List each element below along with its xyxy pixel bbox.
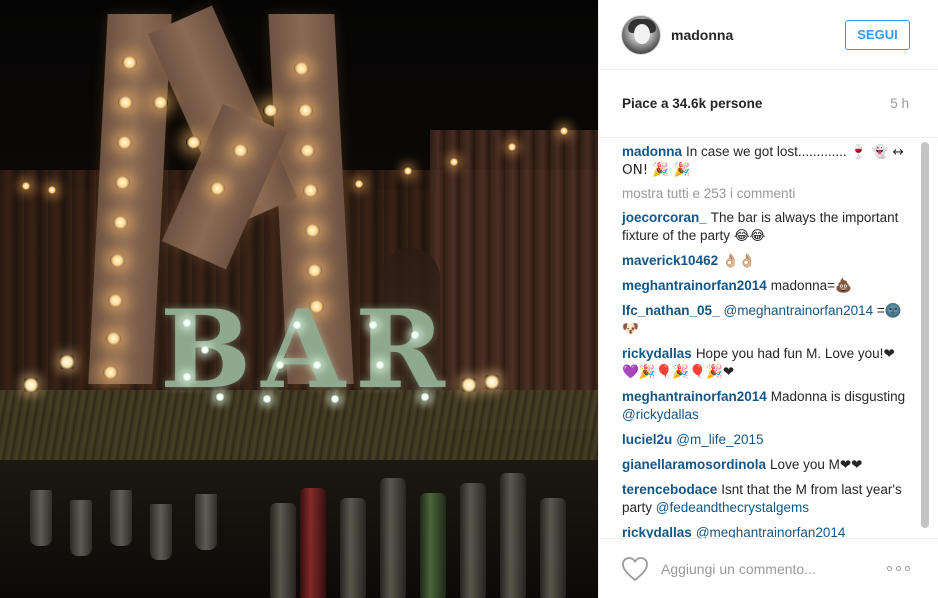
comment-text-tail: =: [873, 303, 885, 318]
bar-letter-b: B: [160, 287, 252, 413]
string-light: [560, 127, 568, 135]
post-timestamp[interactable]: 5 h: [890, 96, 909, 111]
comments-scrollbar[interactable]: [921, 142, 929, 528]
comment-item: maverick10462 👌🏼👌🏼: [622, 252, 910, 270]
comment-emojis: 😂😂: [733, 228, 766, 244]
comment-text: madonna=: [770, 278, 835, 293]
comment-item: rickydallas Hope you had fun M. Love you!…: [622, 345, 910, 381]
instagram-post: B A R madonna SEGUI Piace a 34.6k person…: [0, 0, 938, 598]
comment-bar: [599, 538, 938, 598]
bar-sign: B A R: [160, 287, 460, 413]
comment-mention-link[interactable]: @rickydallas: [622, 407, 699, 422]
comment-username[interactable]: luciel2u: [622, 432, 672, 447]
author-username[interactable]: madonna: [671, 27, 845, 43]
heart-icon[interactable]: [621, 556, 649, 582]
comment-username[interactable]: gianellaramosordinola: [622, 457, 766, 472]
add-comment-input[interactable]: [661, 560, 887, 577]
comment-username[interactable]: meghantrainorfan2014: [622, 389, 767, 404]
more-options-icon[interactable]: [887, 560, 910, 577]
comment-text: Hope you had fun M. Love you!: [695, 346, 884, 361]
string-light: [48, 186, 56, 194]
caption: madonna In case we got lost............. …: [622, 143, 910, 179]
comment-mention-link[interactable]: @meghantrainorfan2014: [696, 525, 846, 538]
candle-light: [24, 378, 38, 392]
comment-mention-link[interactable]: @m_life_2015: [676, 432, 763, 447]
comment-username[interactable]: maverick10462: [622, 253, 718, 268]
avatar[interactable]: [621, 14, 661, 55]
comment-item: meghantrainorfan2014 Madonna is disgustin…: [622, 388, 910, 424]
comment-item: gianellaramosordinola Love you M❤❤: [622, 456, 910, 474]
comment-emojis: ❤❤: [839, 457, 863, 473]
comment-item: rickydallas @meghantrainorfan2014: [622, 524, 910, 538]
string-light: [22, 182, 30, 190]
string-light: [404, 167, 412, 175]
post-sidebar: madonna SEGUI Piace a 34.6k persone 5 h …: [598, 0, 938, 598]
scrollbar-thumb[interactable]: [921, 142, 929, 528]
comment-username[interactable]: joecorcoran_: [622, 210, 707, 225]
comment-item: luciel2u @m_life_2015: [622, 431, 910, 449]
comment-text: Love you M: [770, 457, 840, 472]
comment-emojis: 💩: [834, 278, 852, 294]
string-light: [508, 143, 516, 151]
candle-light: [485, 375, 499, 389]
follow-button[interactable]: SEGUI: [845, 19, 910, 50]
comment-text: Madonna is disgusting: [770, 389, 906, 404]
comment-mention-link[interactable]: @fedeandthecrystalgems: [656, 500, 809, 515]
comment-item: joecorcoran_ The bar is always the import…: [622, 209, 910, 245]
comment-emojis: 👌🏼👌🏼: [722, 253, 756, 269]
bar-counter: [0, 460, 598, 598]
comment-item: meghantrainorfan2014 madonna=💩: [622, 277, 910, 295]
string-light: [450, 158, 458, 166]
comment-username[interactable]: rickydallas: [622, 346, 692, 361]
caption-username[interactable]: madonna: [622, 144, 682, 159]
post-photo[interactable]: B A R: [0, 0, 598, 598]
show-all-comments-link[interactable]: mostra tutti e 253 i commenti: [622, 186, 910, 201]
comment-item: lfc_nathan_05_ @meghantrainorfan2014 =🌚🐶: [622, 302, 910, 338]
candle-light: [462, 378, 476, 392]
likes-count[interactable]: Piace a 34.6k persone: [622, 96, 762, 111]
bar-letter-r: R: [355, 287, 445, 413]
comment-username[interactable]: meghantrainorfan2014: [622, 278, 767, 293]
post-header: madonna SEGUI: [599, 0, 938, 70]
comment-list: madonna In case we got lost............. …: [622, 138, 910, 538]
comment-mention-link[interactable]: @meghantrainorfan2014: [724, 303, 874, 318]
comment-username[interactable]: lfc_nathan_05_: [622, 303, 720, 318]
comment-item: terencebodace Isnt that the M from last y…: [622, 481, 910, 517]
comments-panel[interactable]: madonna In case we got lost............. …: [599, 138, 938, 538]
caption-text: In case we got lost.............: [686, 144, 847, 159]
likes-row: Piace a 34.6k persone 5 h: [599, 70, 938, 138]
comment-username[interactable]: terencebodace: [622, 482, 717, 497]
candle-light: [60, 355, 74, 369]
comment-username[interactable]: rickydallas: [622, 525, 692, 538]
